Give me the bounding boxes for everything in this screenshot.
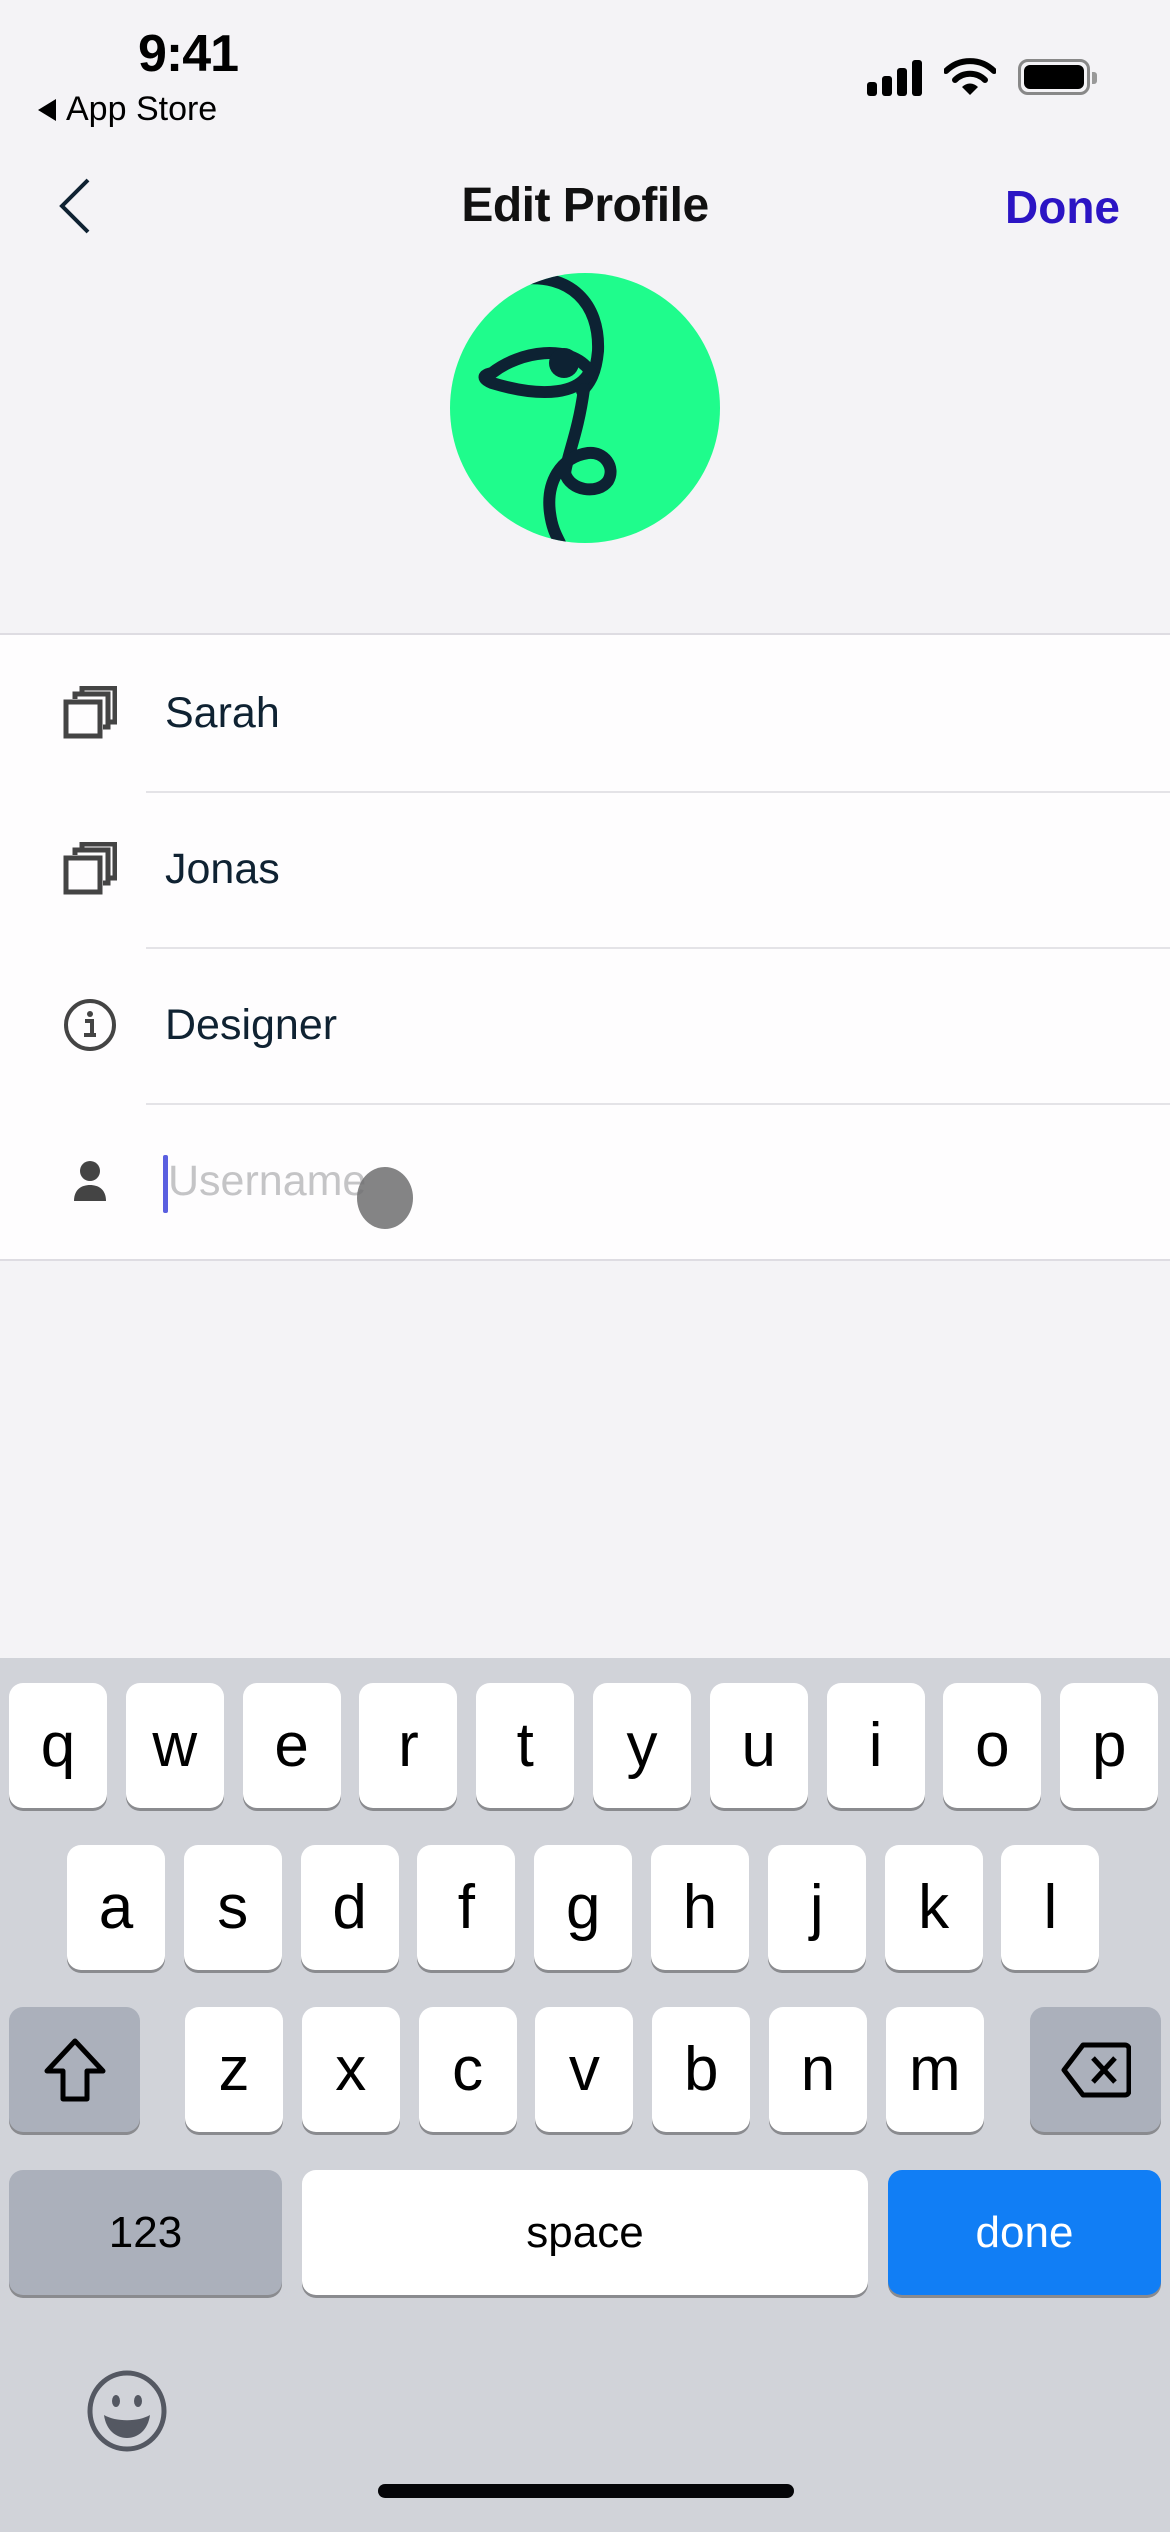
emoji-smiley-icon [87, 2370, 167, 2452]
key-h[interactable]: h [651, 1845, 749, 1970]
key-l[interactable]: l [1001, 1845, 1100, 1970]
shift-key[interactable] [9, 2007, 140, 2132]
cellular-signal-icon [867, 58, 922, 96]
emoji-button[interactable] [86, 2370, 168, 2452]
key-c[interactable]: c [418, 2007, 517, 2132]
shift-arrow-icon [44, 2038, 105, 2101]
key-m[interactable]: m [885, 2007, 984, 2132]
battery-icon [1018, 59, 1097, 95]
back-app-label: App Store [66, 90, 218, 128]
space-key[interactable]: space [302, 2170, 868, 2295]
key-j[interactable]: j [767, 1845, 866, 1970]
first-name-field[interactable]: Sarah [0, 635, 1170, 791]
key-i[interactable]: i [826, 1683, 925, 1808]
info-circle-icon [60, 995, 120, 1055]
key-e[interactable]: e [242, 1683, 341, 1808]
key-z[interactable]: z [185, 2007, 283, 2132]
back-triangle-icon [38, 98, 56, 121]
return-done-key[interactable]: done [888, 2170, 1161, 2295]
numbers-key[interactable]: 123 [9, 2170, 282, 2295]
line-art-face-icon [478, 273, 617, 543]
status-icons [867, 58, 1097, 96]
key-d[interactable]: d [300, 1845, 399, 1970]
avatar[interactable] [450, 273, 720, 543]
stacked-squares-icon [60, 839, 120, 899]
delete-backspace-icon [1061, 2042, 1131, 2097]
key-u[interactable]: u [709, 1683, 808, 1808]
key-v[interactable]: v [535, 2007, 634, 2132]
delete-key[interactable] [1030, 2007, 1161, 2132]
touch-indicator [357, 1167, 413, 1229]
key-o[interactable]: o [943, 1683, 1042, 1808]
person-icon [60, 1151, 120, 1211]
done-button[interactable]: Done [1005, 180, 1120, 234]
key-b[interactable]: b [652, 2007, 751, 2132]
job-title-value[interactable]: Designer [165, 1001, 337, 1050]
key-f[interactable]: f [417, 1845, 516, 1970]
wifi-icon [944, 58, 996, 95]
key-w[interactable]: w [125, 1683, 224, 1808]
home-indicator[interactable] [378, 2480, 794, 2514]
first-name-value[interactable]: Sarah [165, 689, 280, 738]
page-title: Edit Profile [461, 179, 709, 232]
key-s[interactable]: s [183, 1845, 282, 1970]
job-title-field[interactable]: Designer [0, 947, 1170, 1103]
key-p[interactable]: p [1060, 1683, 1159, 1808]
username-field[interactable]: Username [0, 1103, 1170, 1259]
last-name-value[interactable]: Jonas [165, 845, 280, 894]
profile-form: Sarah Jonas Designer Username [0, 633, 1170, 1261]
status-time: 9:41 [138, 25, 239, 83]
key-r[interactable]: r [359, 1683, 458, 1808]
username-input[interactable]: Username [168, 1157, 366, 1206]
key-n[interactable]: n [769, 2007, 867, 2132]
key-x[interactable]: x [301, 2007, 400, 2132]
last-name-field[interactable]: Jonas [0, 791, 1170, 947]
key-y[interactable]: y [593, 1683, 691, 1808]
key-t[interactable]: t [476, 1683, 575, 1808]
key-g[interactable]: g [534, 1845, 633, 1970]
key-a[interactable]: a [67, 1845, 165, 1970]
key-k[interactable]: k [884, 1845, 983, 1970]
stacked-squares-icon [60, 683, 120, 743]
key-q[interactable]: q [9, 1683, 107, 1808]
back-to-app-link[interactable]: App Store [38, 90, 217, 129]
